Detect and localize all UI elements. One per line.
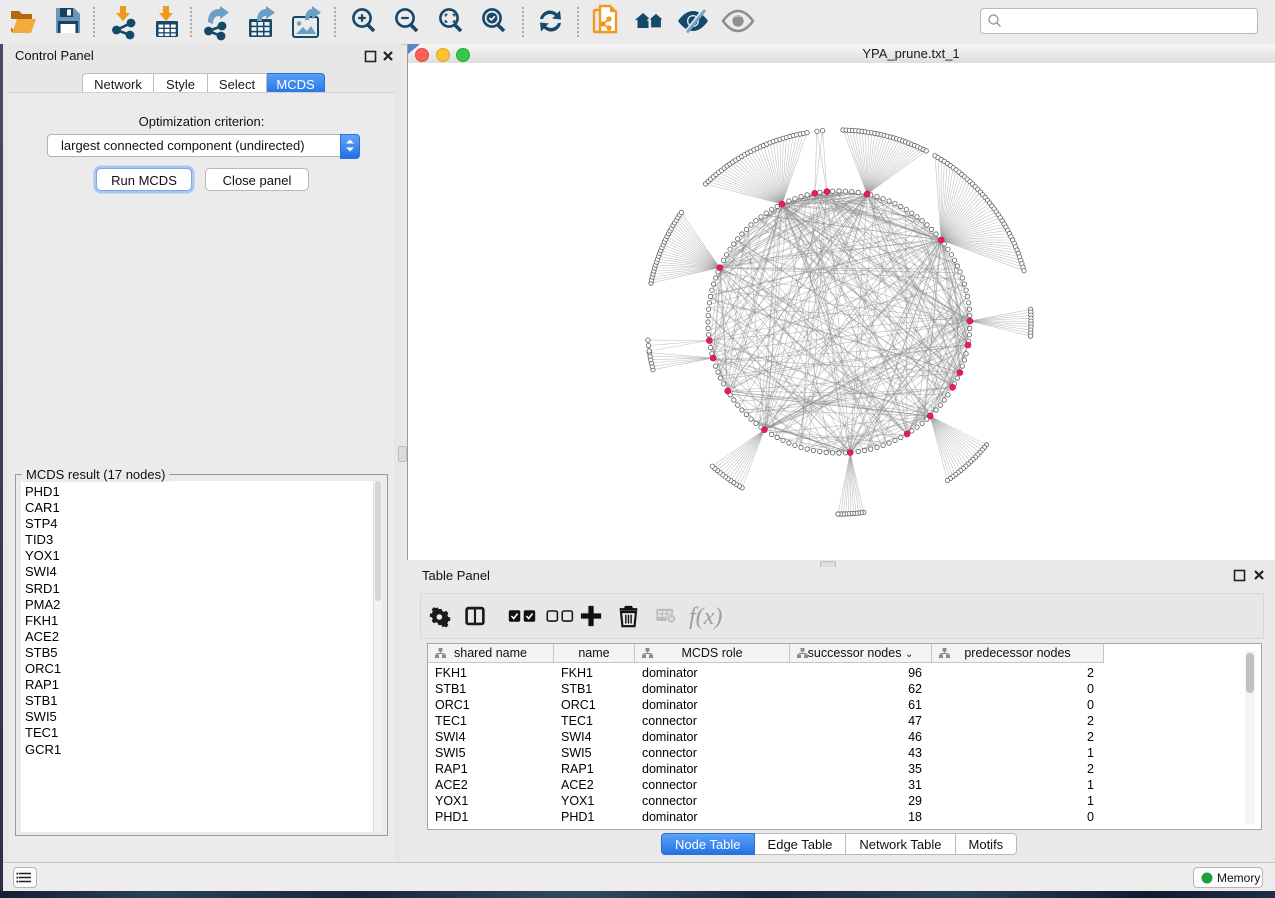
svg-text:f(x): f(x) [689, 604, 722, 630]
